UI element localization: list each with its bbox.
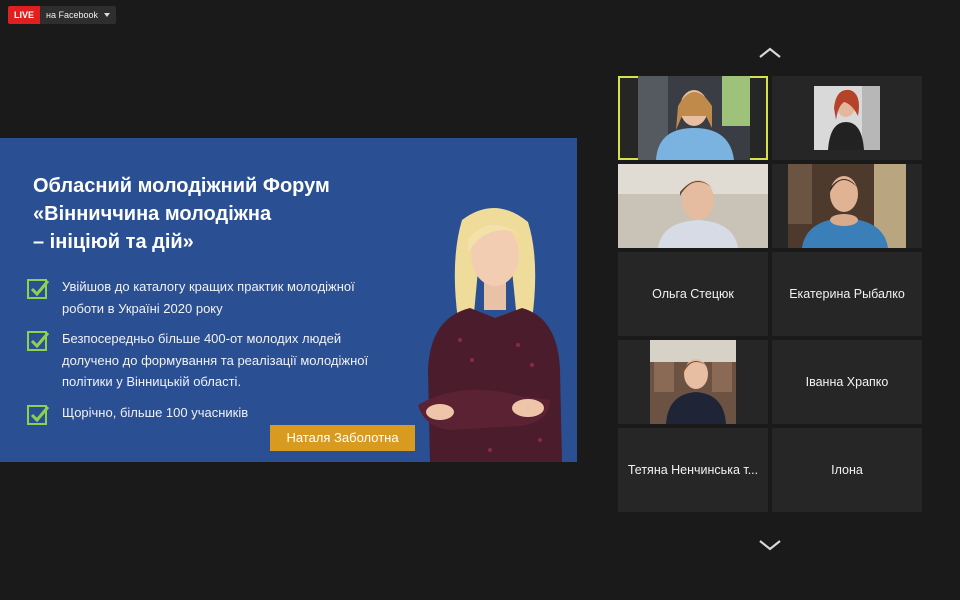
checkbox-check-icon [27,279,50,299]
participant-name: Екатерина Рыбалко [789,287,905,301]
presenter-name-tag: Наталя Заболотна [270,425,415,451]
participant-tile[interactable] [772,164,922,248]
slide-bullet: Щорічно, більше 100 учасників [26,402,386,426]
checkbox-check-icon [27,404,50,425]
live-stream-indicator[interactable]: LIVE на Facebook [8,6,117,24]
slide-bullet-text: Безпосередньо більше 400-от молодих люде… [62,331,369,389]
participant-name: Ольга Стецюк [652,287,734,301]
chevron-down-icon[interactable] [758,538,782,552]
slide-bullet-text: Увійшов до каталогу кращих практик молод… [62,279,355,316]
participant-tile[interactable] [618,164,768,248]
participant-tile[interactable] [618,340,768,424]
participant-tile-active-speaker[interactable] [618,76,768,160]
chevron-up-icon[interactable] [758,46,782,60]
shared-screen-slide: Обласний молодіжний Форум «Вінниччина мо… [0,138,577,462]
participant-name: Ілона [831,463,863,477]
slide-bullet-list: Увійшов до каталогу кращих практик молод… [26,276,386,435]
live-target-label: на Facebook [46,10,99,20]
participant-name: Іванна Храпко [805,375,889,389]
participant-tile[interactable]: Екатерина Рыбалко [772,252,922,336]
slide-bullet: Безпосередньо більше 400-от молодих люде… [26,328,386,393]
participant-tile[interactable]: Іванна Храпко [772,340,922,424]
participant-video [638,76,750,160]
slide-bullet: Увійшов до каталогу кращих практик молод… [26,276,386,319]
live-target-dropdown[interactable]: на Facebook [40,6,117,24]
participant-tile[interactable]: Тетяна Ненчинська т... [618,428,768,512]
participant-name: Тетяна Ненчинська т... [627,463,759,477]
participant-tile[interactable] [772,76,922,160]
participant-tile[interactable]: Ілона [772,428,922,512]
participant-video [814,86,880,150]
participant-video [650,340,736,424]
slide-title: Обласний молодіжний Форум «Вінниччина мо… [33,175,330,253]
live-badge: LIVE [8,6,41,24]
presenter-photo [418,207,562,462]
checkbox-check-icon [27,331,50,351]
participant-video [788,164,906,248]
participant-video [618,164,768,248]
slide-bullet-text: Щорічно, більше 100 учасників [62,404,249,420]
chevron-down-icon [104,13,111,17]
participant-tile[interactable]: Ольга Стецюк [618,252,768,336]
